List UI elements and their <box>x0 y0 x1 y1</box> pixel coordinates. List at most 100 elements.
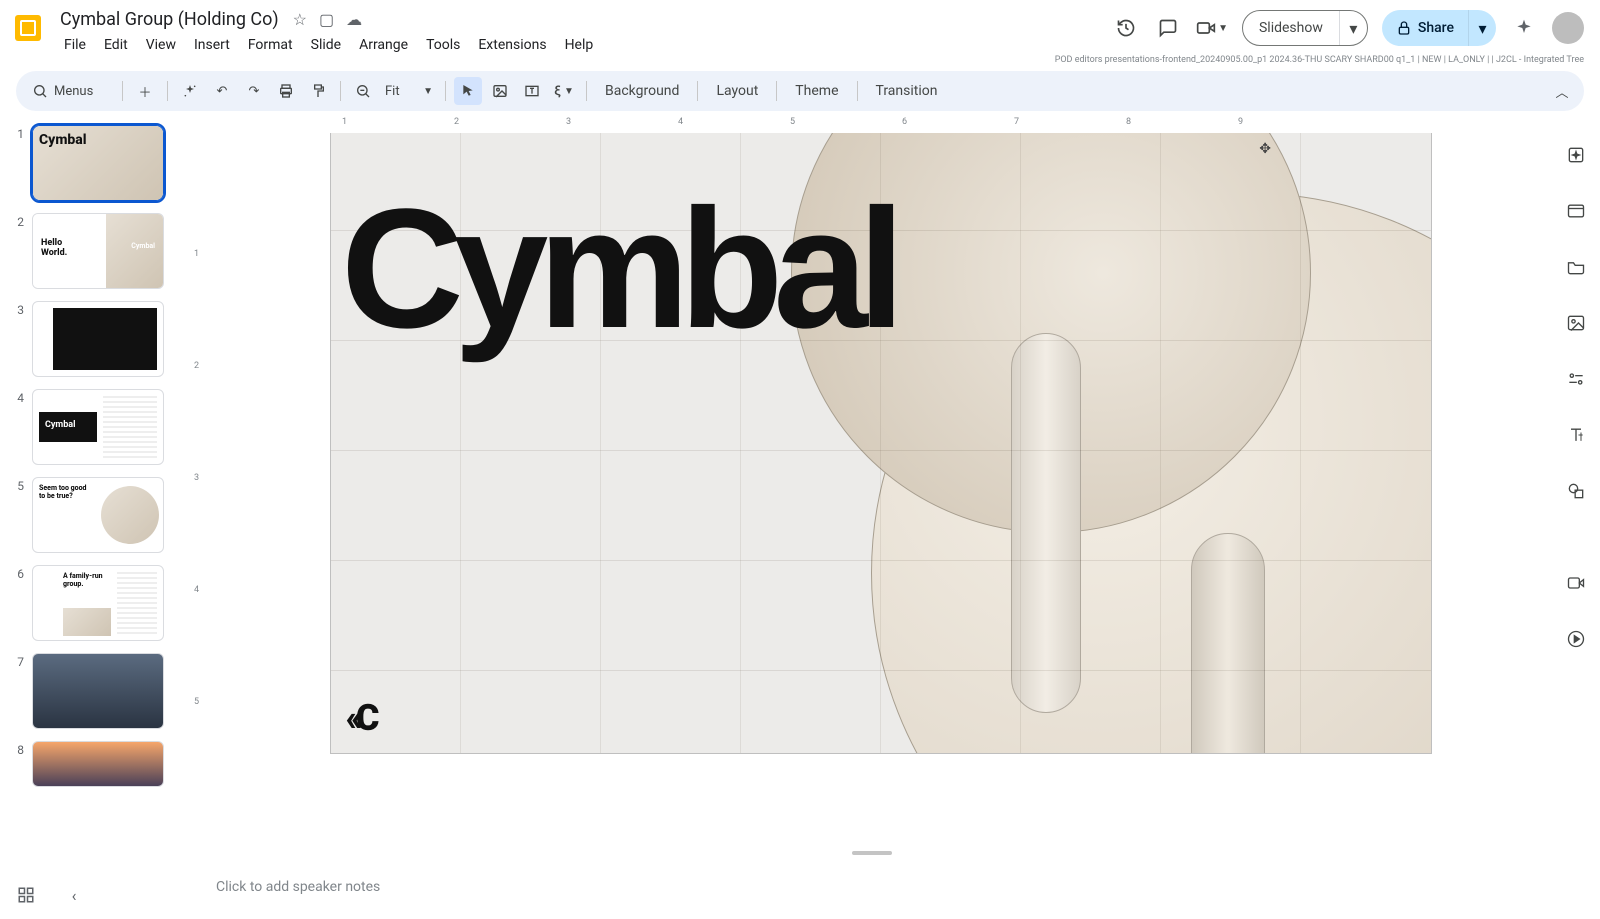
record-panel-icon[interactable] <box>1558 565 1594 601</box>
meet-icon[interactable]: ▼ <box>1196 14 1228 42</box>
thumb-brand: Cymbal <box>39 132 87 148</box>
thumb-text: Hello World. <box>41 238 67 258</box>
slide-thumb-4[interactable]: Cymbal <box>32 389 164 465</box>
slide-canvas[interactable]: Cymbal ‹‹C ✥ <box>331 133 1431 753</box>
templates-panel-icon[interactable] <box>1558 193 1594 229</box>
slideshow-label[interactable]: Slideshow <box>1243 20 1339 36</box>
app-logo[interactable] <box>8 8 48 48</box>
menu-tools[interactable]: Tools <box>418 33 468 57</box>
build-watermark: POD editors presentations-frontend_20240… <box>0 55 1600 67</box>
layout-button[interactable]: Layout <box>706 77 768 105</box>
search-menus[interactable]: Menus <box>24 77 114 105</box>
separator <box>445 81 446 101</box>
thumb-number: 3 <box>12 301 24 317</box>
thumb-number: 4 <box>12 389 24 405</box>
comments-icon[interactable] <box>1154 14 1182 42</box>
stage[interactable]: Cymbal ‹‹C ✥ <box>192 133 1552 847</box>
toolbar: Menus ＋ ↶ ↷ Fit▼ ξ▼ Background Layout Th… <box>16 71 1584 111</box>
grid-view-button[interactable] <box>12 881 40 909</box>
select-tool[interactable] <box>454 77 482 105</box>
thumb-text: Seem too good to be true? <box>39 484 87 500</box>
filmstrip[interactable]: 1 Cymbal 2 Hello World. Cymbal 3 <box>0 117 192 859</box>
special-char-tool[interactable]: ξ▼ <box>550 77 578 105</box>
document-title[interactable]: Cymbal Group (Holding Co) <box>56 8 283 31</box>
transition-button[interactable]: Transition <box>866 77 948 105</box>
background-button[interactable]: Background <box>595 77 689 105</box>
thumb-number: 7 <box>12 653 24 669</box>
paint-format-button[interactable] <box>304 77 332 105</box>
separator <box>122 81 123 101</box>
theme-button[interactable]: Theme <box>785 77 848 105</box>
menu-format[interactable]: Format <box>240 33 301 57</box>
bottom-left-controls: ‹ <box>12 881 88 909</box>
move-cursor-icon: ✥ <box>1259 141 1271 157</box>
ai-slide-button[interactable] <box>176 77 204 105</box>
menu-arrange[interactable]: Arrange <box>351 33 416 57</box>
slide-logo-mark[interactable]: ‹‹C <box>345 697 374 739</box>
slide-brand-title[interactable]: Cymbal <box>341 171 895 367</box>
redo-button[interactable]: ↷ <box>240 77 268 105</box>
menu-file[interactable]: File <box>56 33 94 57</box>
history-icon[interactable] <box>1112 14 1140 42</box>
share-button[interactable]: Share ▾ <box>1382 10 1496 46</box>
ruler-horizontal: 1 2 3 4 5 6 7 8 9 <box>192 117 1552 133</box>
separator <box>167 81 168 101</box>
search-menus-label: Menus <box>54 84 93 99</box>
star-icon[interactable]: ☆ <box>293 10 307 29</box>
slide-thumb-6[interactable]: A family-run group. <box>32 565 164 641</box>
slide-thumb-2[interactable]: Hello World. Cymbal <box>32 213 164 289</box>
collapse-toolbar-button[interactable]: ︿ <box>1548 77 1576 105</box>
gemini-icon[interactable] <box>1510 14 1538 42</box>
zoom-select[interactable]: Fit▼ <box>381 77 437 105</box>
new-slide-button[interactable]: ＋ <box>131 77 159 105</box>
thumb-number: 6 <box>12 565 24 581</box>
slide-thumb-1[interactable]: Cymbal <box>32 125 164 201</box>
undo-button[interactable]: ↶ <box>208 77 236 105</box>
share-main[interactable]: Share <box>1382 20 1468 36</box>
separator <box>776 81 777 101</box>
thumb-text: A family-run group. <box>63 572 103 588</box>
share-dropdown[interactable]: ▾ <box>1468 10 1496 46</box>
notes-resize-handle[interactable] <box>192 847 1552 859</box>
lock-icon <box>1396 20 1412 36</box>
cloud-icon[interactable]: ☁ <box>346 10 362 29</box>
image-panel-icon[interactable] <box>1558 305 1594 341</box>
slide-thumb-7[interactable] <box>32 653 164 729</box>
collapse-filmstrip-button[interactable]: ‹ <box>60 881 88 909</box>
menu-insert[interactable]: Insert <box>186 33 238 57</box>
ruler-tick: 9 <box>1238 117 1243 127</box>
account-avatar[interactable] <box>1552 12 1584 44</box>
gemini-panel-icon[interactable] <box>1558 137 1594 173</box>
right-side-panel <box>1552 117 1600 859</box>
image-tool[interactable] <box>486 77 514 105</box>
text-panel-icon[interactable] <box>1558 417 1594 453</box>
speaker-notes[interactable]: Click to add speaker notes <box>200 865 1584 909</box>
menu-edit[interactable]: Edit <box>96 33 136 57</box>
ruler-tick: 1 <box>342 117 347 127</box>
thumb-number: 5 <box>12 477 24 493</box>
textbox-tool[interactable] <box>518 77 546 105</box>
zoom-out-button[interactable] <box>349 77 377 105</box>
motion-panel-icon[interactable] <box>1558 621 1594 657</box>
slideshow-button[interactable]: Slideshow ▾ <box>1242 10 1368 46</box>
menu-extensions[interactable]: Extensions <box>470 33 554 57</box>
ruler-tick: 6 <box>902 117 907 127</box>
slideshow-dropdown[interactable]: ▾ <box>1339 11 1367 45</box>
thumb-brand-mini: Cymbal <box>45 420 75 430</box>
print-button[interactable] <box>272 77 300 105</box>
move-icon[interactable]: ▢ <box>319 10 334 29</box>
separator <box>697 81 698 101</box>
ruler-tick: 2 <box>454 117 459 127</box>
shapes-panel-icon[interactable] <box>1558 473 1594 509</box>
adjust-panel-icon[interactable] <box>1558 361 1594 397</box>
folder-panel-icon[interactable] <box>1558 249 1594 285</box>
slide-thumb-5[interactable]: Seem too good to be true? <box>32 477 164 553</box>
ruler-tick: 5 <box>790 117 795 127</box>
menu-slide[interactable]: Slide <box>303 33 349 57</box>
menu-help[interactable]: Help <box>557 33 602 57</box>
slide-thumb-3[interactable] <box>32 301 164 377</box>
menu-view[interactable]: View <box>138 33 184 57</box>
thumb-number: 8 <box>12 741 24 757</box>
ruler-tick: 4 <box>678 117 683 127</box>
slide-thumb-8[interactable] <box>32 741 164 787</box>
